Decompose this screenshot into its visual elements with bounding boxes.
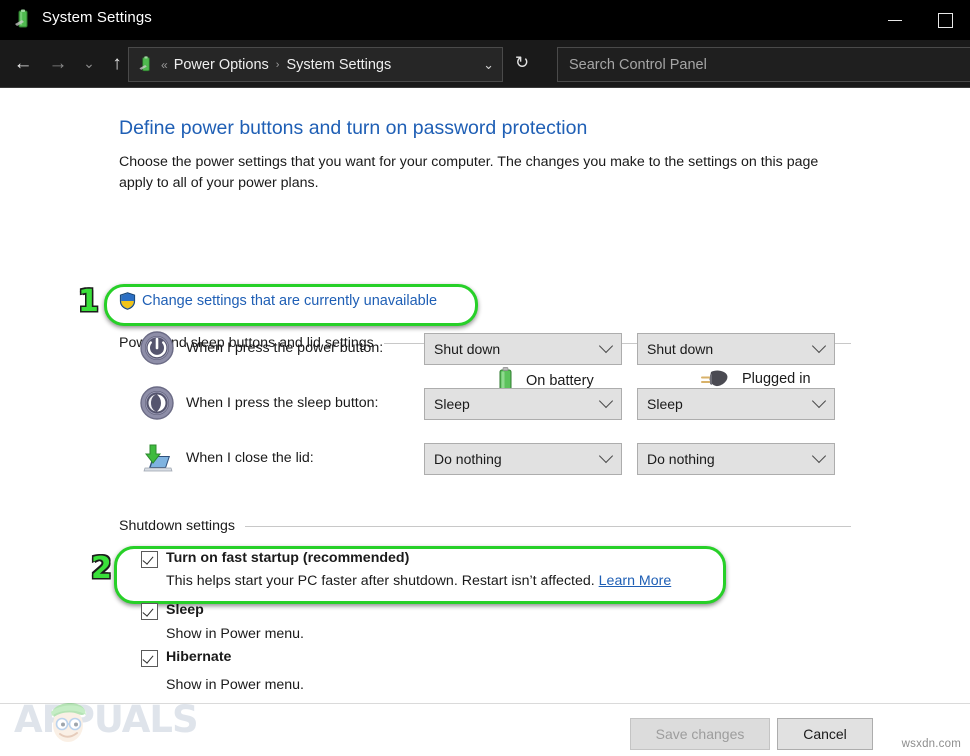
content-area: Define power buttons and turn on passwor… [0,88,970,703]
appuals-watermark: APPUALS [6,697,236,749]
breadcrumb-overflow[interactable]: « [161,58,168,72]
page-title: Define power buttons and turn on passwor… [119,117,587,140]
callout-number-1: 1 [78,287,99,317]
section-shutdown-settings: Shutdown settings [119,518,851,534]
chevron-down-icon: ⌄ [83,56,95,70]
window-title: System Settings [42,9,152,26]
breadcrumb-system-settings[interactable]: System Settings [286,57,391,73]
save-changes-button[interactable]: Save changes [630,718,770,750]
window-controls [870,0,970,40]
chevron-down-icon [812,339,826,353]
chevron-down-icon [599,394,613,408]
dropdown-sleep-button-on-battery[interactable]: Sleep [424,388,622,420]
site-watermark: wsxdn.com [902,738,961,750]
chevron-down-icon [599,449,613,463]
label-sleep: Sleep [166,602,204,618]
row-label-power-button: When I press the power button: [186,340,383,356]
chevron-down-icon[interactable]: ⌄ [483,57,494,73]
row-label-sleep-button: When I press the sleep button: [186,395,378,411]
cancel-button[interactable]: Cancel [777,718,873,750]
maximize-icon [938,13,953,28]
battery-icon [12,9,34,31]
page-description: Choose the power settings that you want … [119,152,847,194]
checkbox-fast-startup[interactable] [141,551,158,568]
forward-arrow-icon: → [49,54,68,73]
search-placeholder: Search Control Panel [569,57,707,73]
description-text: This helps start your PC faster after sh… [166,573,595,589]
description-hibernate: Show in Power menu. [166,677,304,693]
maximize-button[interactable] [920,0,970,40]
dropdown-power-button-on-battery[interactable]: Shut down [424,333,622,365]
close-lid-icon [139,440,175,476]
checkbox-sleep[interactable] [141,603,158,620]
mascot-icon [34,695,104,751]
breadcrumb-power-options[interactable]: Power Options [174,57,269,73]
back-button[interactable]: ← [10,50,36,76]
recent-locations-button[interactable]: ⌄ [76,50,102,76]
label-hibernate: Hibernate [166,649,231,665]
column-label: Plugged in [742,371,811,387]
battery-icon [137,56,155,74]
column-label: On battery [526,373,594,389]
checkbox-hibernate[interactable] [141,650,158,667]
dropdown-value: Do nothing [434,451,502,467]
search-input[interactable]: Search Control Panel [557,47,970,82]
callout-number-2: 2 [91,554,112,584]
dropdown-value: Sleep [434,396,470,412]
dropdown-value: Do nothing [647,451,715,467]
address-bar[interactable]: « Power Options › System Settings ⌄ [128,47,503,82]
dropdown-close-lid-plugged-in[interactable]: Do nothing [637,443,835,475]
up-arrow-icon: ↑ [112,54,122,73]
learn-more-link[interactable]: Learn More [599,573,672,589]
minimize-button[interactable] [870,0,920,40]
refresh-icon: ↻ [515,53,529,73]
power-button-icon [139,330,175,366]
refresh-button[interactable]: ↻ [509,50,535,76]
dropdown-close-lid-on-battery[interactable]: Do nothing [424,443,622,475]
section-divider [245,526,851,527]
change-settings-link[interactable]: Change settings that are currently unava… [142,293,437,309]
section-label: Shutdown settings [119,518,245,534]
description-fast-startup: This helps start your PC faster after sh… [166,573,671,589]
dropdown-sleep-button-plugged-in[interactable]: Sleep [637,388,835,420]
description-sleep: Show in Power menu. [166,626,304,642]
chevron-down-icon [599,339,613,353]
forward-button[interactable]: → [45,50,71,76]
chevron-down-icon [812,449,826,463]
breadcrumb-separator-icon: › [276,59,280,71]
uac-shield-icon [119,292,136,310]
dropdown-value: Sleep [647,396,683,412]
label-fast-startup: Turn on fast startup (recommended) [166,550,409,566]
title-bar: System Settings [0,0,970,40]
chevron-down-icon [812,394,826,408]
dropdown-power-button-plugged-in[interactable]: Shut down [637,333,835,365]
dropdown-value: Shut down [647,341,713,357]
dropdown-value: Shut down [434,341,500,357]
back-arrow-icon: ← [14,54,33,73]
minimize-icon [888,20,902,21]
up-button[interactable]: ↑ [104,50,130,76]
row-label-close-lid: When I close the lid: [186,450,314,466]
sleep-moon-icon [139,385,175,421]
